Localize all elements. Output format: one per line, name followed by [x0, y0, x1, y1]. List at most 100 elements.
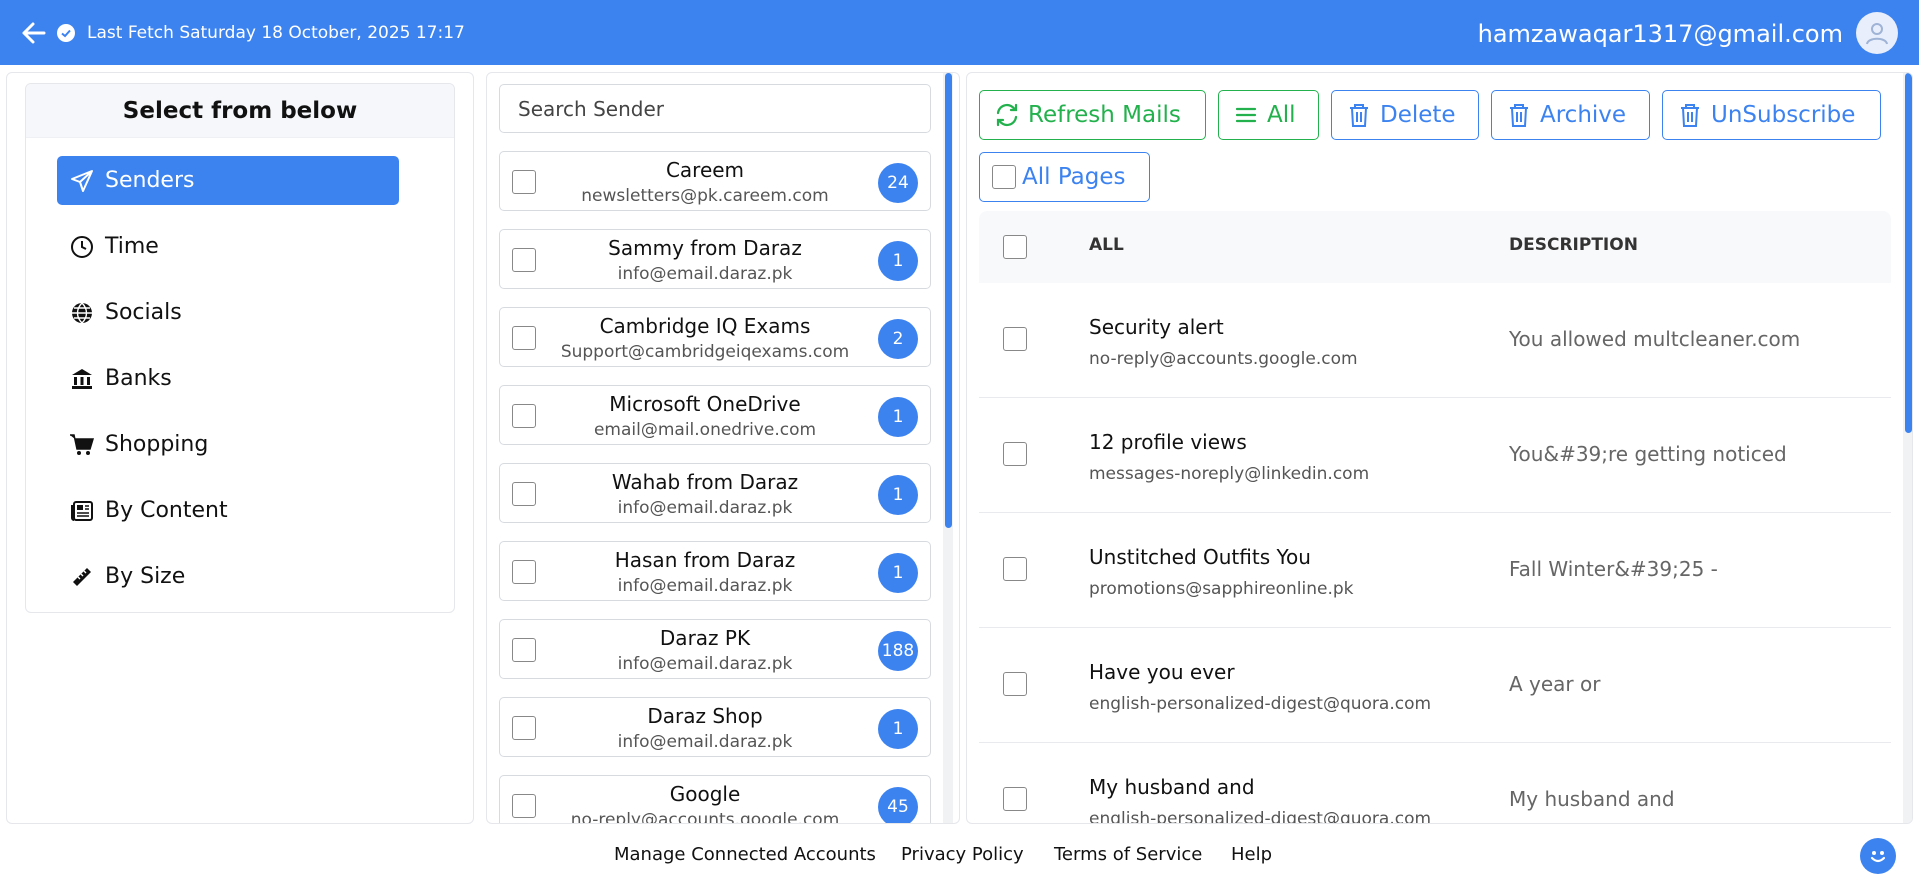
category-time[interactable]: Time	[57, 222, 399, 271]
check-circle-icon	[57, 24, 75, 42]
sender-checkbox[interactable]	[512, 794, 536, 818]
back-arrow-icon[interactable]	[22, 22, 46, 44]
table-row[interactable]: 12 profile views messages-noreply@linked…	[979, 398, 1891, 513]
sender-checkbox[interactable]	[512, 638, 536, 662]
refresh-mails-button[interactable]: Refresh Mails	[979, 90, 1206, 140]
table-row[interactable]: Unstitched Outfits You promotions@sapphi…	[979, 513, 1891, 628]
all-pages-button[interactable]: All Pages	[979, 152, 1150, 202]
mail-description: My husband and	[1509, 787, 1675, 811]
mail-subject: My husband and	[1089, 775, 1255, 799]
archive-label: Archive	[1540, 102, 1627, 128]
row-checkbox[interactable]	[1003, 327, 1027, 351]
mail-from: no-reply@accounts.google.com	[1089, 349, 1358, 369]
sender-checkbox[interactable]	[512, 326, 536, 350]
sender-item[interactable]: Microsoft OneDrive email@mail.onedrive.c…	[499, 385, 931, 445]
row-checkbox[interactable]	[1003, 787, 1027, 811]
sender-email: no-reply@accounts.google.com	[570, 810, 840, 824]
sender-count-badge: 1	[878, 553, 918, 593]
table-row[interactable]: Have you ever english-personalized-diges…	[979, 628, 1891, 743]
sender-checkbox[interactable]	[512, 248, 536, 272]
sender-checkbox[interactable]	[512, 482, 536, 506]
trash-icon	[1677, 102, 1703, 128]
category-label: Socials	[105, 300, 182, 325]
sender-name: Careem	[665, 158, 745, 182]
footer: Manage Connected Accounts Privacy Policy…	[0, 828, 1919, 876]
newspaper-icon	[69, 498, 95, 524]
table-row[interactable]: Security alert no-reply@accounts.google.…	[979, 283, 1891, 398]
refresh-label: Refresh Mails	[1028, 102, 1181, 128]
delete-button[interactable]: Delete	[1331, 90, 1479, 140]
sender-item[interactable]: Daraz Shop info@email.daraz.pk 1	[499, 697, 931, 757]
footer-link-terms[interactable]: Terms of Service	[1054, 844, 1202, 865]
sender-item[interactable]: Cambridge IQ Exams Support@cambridgeiqex…	[499, 307, 931, 367]
sender-count-badge: 24	[878, 163, 918, 203]
clock-icon	[69, 234, 95, 260]
category-panel: Select from below Senders Time Socials B…	[6, 72, 474, 824]
category-by-content[interactable]: By Content	[57, 486, 399, 535]
mail-from: english-personalized-digest@quora.com	[1089, 809, 1432, 824]
sender-scrollbar-thumb[interactable]	[945, 73, 952, 528]
column-header-all: ALL	[1089, 235, 1124, 255]
sender-item[interactable]: Daraz PK info@email.daraz.pk 188	[499, 619, 931, 679]
all-filter-button[interactable]: All	[1218, 90, 1319, 140]
select-all-checkbox[interactable]	[1003, 235, 1027, 259]
sender-panel: Careem newsletters@pk.careem.com 24 Samm…	[486, 72, 960, 824]
mail-description: A year or	[1509, 672, 1601, 696]
refresh-icon	[994, 102, 1020, 128]
smiley-chat-icon[interactable]	[1860, 838, 1896, 874]
table-row[interactable]: My husband and english-personalized-dige…	[979, 743, 1891, 824]
sender-item[interactable]: Wahab from Daraz info@email.daraz.pk 1	[499, 463, 931, 523]
sender-name: Google	[669, 782, 741, 806]
category-banks[interactable]: Banks	[57, 354, 399, 403]
row-checkbox[interactable]	[1003, 442, 1027, 466]
sender-checkbox[interactable]	[512, 716, 536, 740]
sender-item[interactable]: Careem newsletters@pk.careem.com 24	[499, 151, 931, 211]
sender-checkbox[interactable]	[512, 560, 536, 584]
category-label: By Content	[105, 498, 228, 523]
category-by-size[interactable]: By Size	[57, 552, 399, 601]
row-checkbox[interactable]	[1003, 557, 1027, 581]
mail-subject: Unstitched Outfits You	[1089, 545, 1311, 569]
column-header-description: DESCRIPTION	[1509, 235, 1638, 255]
sender-name: Wahab from Daraz	[611, 470, 799, 494]
archive-button[interactable]: Archive	[1491, 90, 1650, 140]
sender-email: info@email.daraz.pk	[617, 654, 793, 674]
all-pages-checkbox[interactable]	[992, 165, 1016, 189]
sender-item[interactable]: Sammy from Daraz info@email.daraz.pk 1	[499, 229, 931, 289]
sender-checkbox[interactable]	[512, 404, 536, 428]
all-pages-label: All Pages	[1022, 164, 1126, 190]
table-header: ALL DESCRIPTION	[979, 211, 1891, 283]
category-senders[interactable]: Senders	[57, 156, 399, 205]
trash-icon	[1506, 102, 1532, 128]
search-sender-input[interactable]	[499, 84, 931, 133]
footer-link-manage-accounts[interactable]: Manage Connected Accounts	[614, 844, 876, 865]
user-avatar-icon[interactable]	[1856, 12, 1898, 54]
sender-name: Cambridge IQ Exams	[599, 314, 811, 338]
sender-checkbox[interactable]	[512, 170, 536, 194]
category-shopping[interactable]: Shopping	[57, 420, 399, 469]
last-fetch-text: Last Fetch Saturday 18 October, 2025 17:…	[87, 23, 465, 43]
sender-email: email@mail.onedrive.com	[593, 420, 817, 440]
category-label: Shopping	[105, 432, 209, 457]
sender-item[interactable]: Google no-reply@accounts.google.com 45	[499, 775, 931, 824]
footer-link-privacy[interactable]: Privacy Policy	[901, 844, 1024, 865]
sender-count-badge: 188	[878, 631, 918, 671]
category-label: Senders	[105, 168, 195, 193]
category-socials[interactable]: Socials	[57, 288, 399, 337]
mail-from: promotions@sapphireonline.pk	[1089, 579, 1354, 599]
mail-table: ALL DESCRIPTION Security alert no-reply@…	[979, 211, 1891, 824]
sender-name: Daraz Shop	[647, 704, 763, 728]
unsubscribe-button[interactable]: UnSubscribe	[1662, 90, 1881, 140]
footer-link-help[interactable]: Help	[1231, 844, 1272, 865]
sender-email: info@email.daraz.pk	[617, 576, 793, 596]
mail-description: You&#39;re getting noticed	[1509, 442, 1787, 466]
mail-description: Fall Winter&#39;25 -	[1509, 557, 1718, 581]
sender-name: Daraz PK	[659, 626, 751, 650]
row-checkbox[interactable]	[1003, 672, 1027, 696]
sender-item[interactable]: Hasan from Daraz info@email.daraz.pk 1	[499, 541, 931, 601]
sender-count-badge: 1	[878, 709, 918, 749]
mail-scrollbar-thumb[interactable]	[1905, 73, 1912, 433]
category-title: Select from below	[26, 84, 454, 138]
mail-from: english-personalized-digest@quora.com	[1089, 694, 1432, 714]
mail-subject: Have you ever	[1089, 660, 1235, 684]
